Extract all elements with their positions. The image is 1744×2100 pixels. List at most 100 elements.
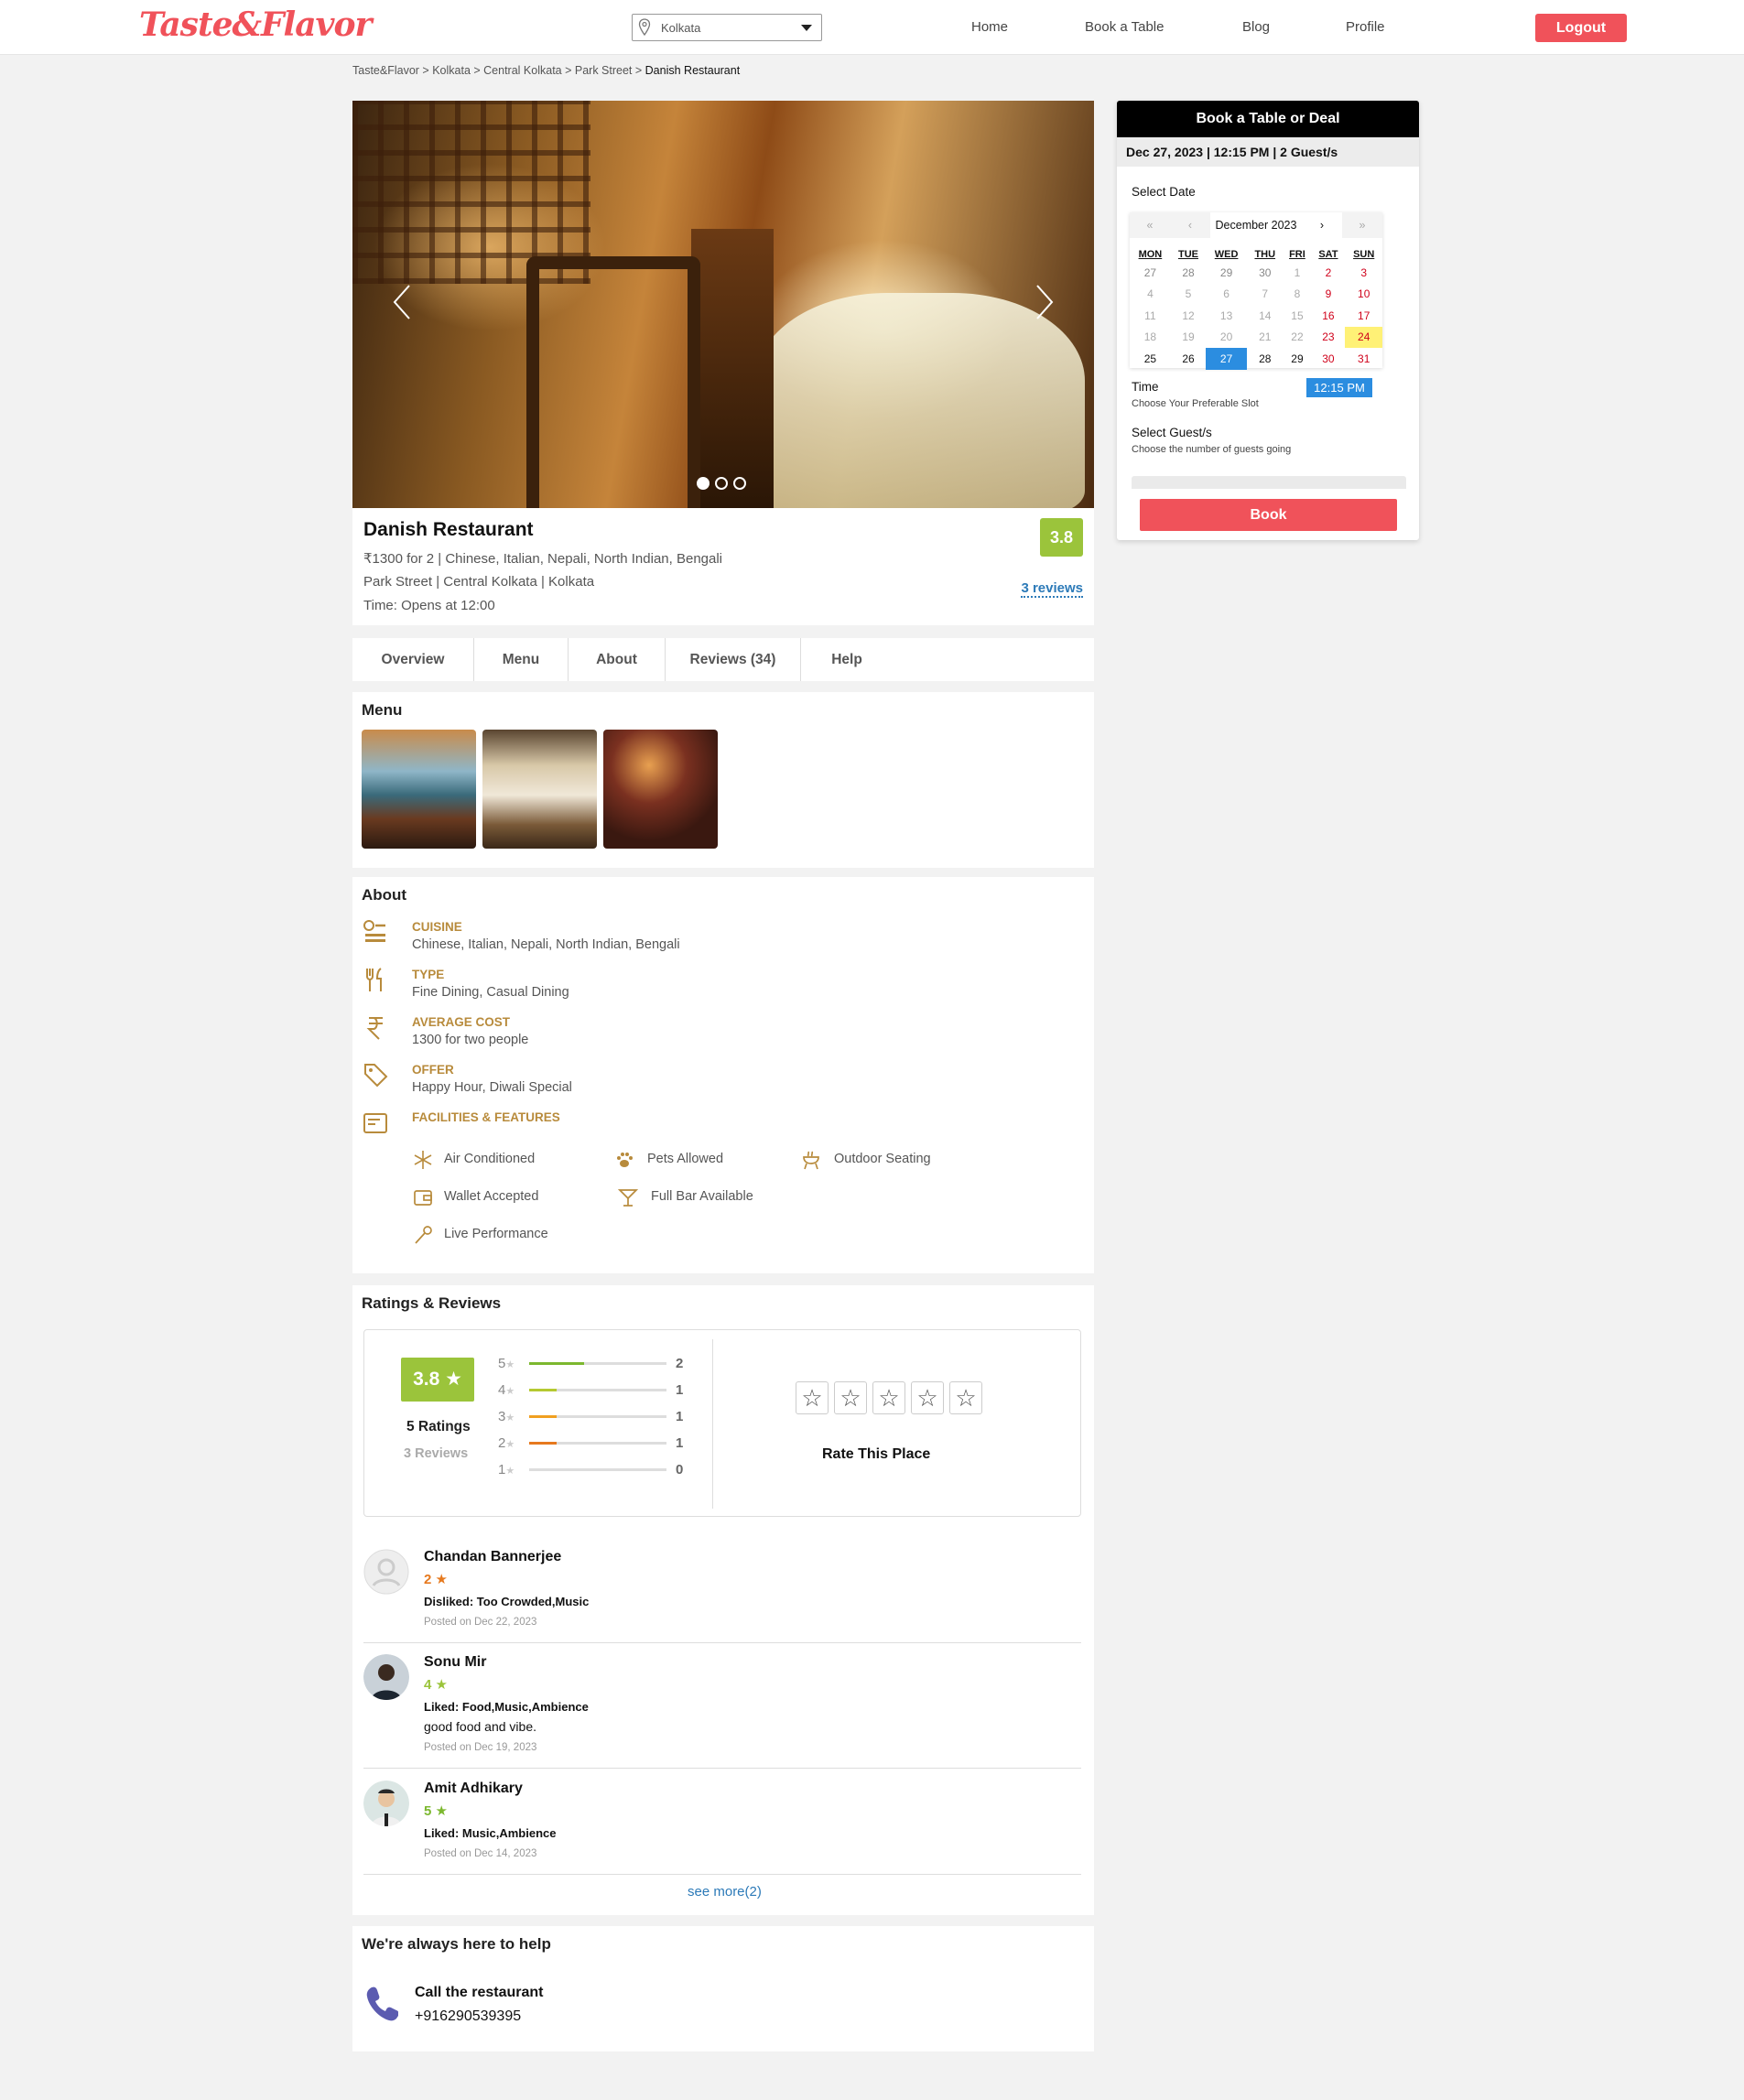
tab-reviews[interactable]: Reviews (34) — [666, 638, 801, 681]
carousel-dot[interactable] — [697, 477, 710, 490]
calendar-day[interactable]: 13 — [1206, 305, 1247, 327]
calendar-day[interactable]: 1 — [1283, 262, 1311, 284]
nav-book-a-table[interactable]: Book a Table — [1085, 19, 1164, 35]
calendar-day[interactable]: 28 — [1247, 348, 1283, 370]
breadcrumb-item[interactable]: Kolkata — [432, 64, 471, 77]
calendar-day[interactable]: 29 — [1206, 262, 1247, 284]
tab-menu[interactable]: Menu — [474, 638, 569, 681]
see-more-link[interactable]: see more(2) — [688, 1884, 762, 1900]
guest-selector[interactable] — [1132, 476, 1406, 489]
type-value: Fine Dining, Casual Dining — [412, 985, 569, 1000]
breadcrumb-item[interactable]: Central Kolkata — [483, 64, 561, 77]
feature-label: Air Conditioned — [444, 1152, 536, 1166]
reviews-link[interactable]: 3 reviews — [1021, 580, 1083, 598]
calendar-day[interactable]: 27 — [1130, 262, 1171, 284]
bar-count: 1 — [676, 1435, 684, 1451]
prev-month-icon[interactable]: ‹ — [1170, 212, 1210, 238]
photo-decor — [691, 229, 774, 508]
menu-image[interactable] — [362, 730, 476, 849]
menu-image[interactable] — [482, 730, 597, 849]
calendar-day[interactable]: 21 — [1247, 327, 1283, 349]
weekday-label: SUN — [1353, 249, 1375, 260]
calendar-day[interactable]: 17 — [1345, 305, 1382, 327]
calendar-day[interactable]: 27 — [1206, 348, 1248, 370]
carousel-prev-icon[interactable] — [391, 284, 413, 320]
nav-home[interactable]: Home — [971, 19, 1008, 35]
location-select[interactable]: Kolkata — [632, 14, 822, 41]
calendar-month[interactable]: December 2023 — [1210, 212, 1302, 238]
calendar-day[interactable]: 20 — [1206, 327, 1247, 349]
restaurant-phone[interactable]: +916290539395 — [415, 2008, 521, 2025]
calendar-day[interactable]: 14 — [1247, 305, 1283, 327]
calendar-day[interactable]: 7 — [1247, 284, 1283, 306]
next-year-icon[interactable]: » — [1342, 212, 1382, 238]
calendar-day[interactable]: 29 — [1283, 348, 1311, 370]
calendar-day[interactable]: 15 — [1283, 305, 1311, 327]
star-outline-icon[interactable]: ☆ — [949, 1381, 982, 1414]
ratings-title: Ratings & Reviews — [362, 1294, 502, 1312]
prev-year-icon[interactable]: « — [1130, 212, 1170, 238]
nav-blog[interactable]: Blog — [1242, 19, 1270, 35]
divider — [363, 1768, 1081, 1769]
star-outline-icon[interactable]: ☆ — [911, 1381, 944, 1414]
feature-label: Outdoor Seating — [834, 1152, 931, 1166]
calendar-day[interactable]: 10 — [1345, 284, 1382, 306]
logout-button[interactable]: Logout — [1535, 14, 1627, 42]
reviews-count: 3 Reviews — [404, 1446, 469, 1461]
avatar — [363, 1654, 409, 1700]
facilities-label: FACILITIES & FEATURES — [412, 1110, 560, 1124]
star-outline-icon[interactable]: ☆ — [796, 1381, 829, 1414]
breadcrumb-item[interactable]: Park Street — [575, 64, 633, 77]
breadcrumb-item[interactable]: Taste&Flavor — [352, 64, 419, 77]
calendar-day[interactable]: 5 — [1171, 284, 1206, 306]
calendar-day[interactable]: 28 — [1171, 262, 1206, 284]
calendar-day[interactable]: 26 — [1171, 348, 1206, 370]
next-month-icon[interactable]: › — [1302, 212, 1342, 238]
calendar-day[interactable]: 31 — [1345, 348, 1382, 370]
nav-profile[interactable]: Profile — [1346, 19, 1385, 35]
restaurant-photo-carousel[interactable] — [352, 101, 1094, 508]
carousel-dot[interactable] — [715, 477, 728, 490]
bar-track — [529, 1415, 666, 1418]
time-label: Time — [1132, 380, 1159, 394]
book-button[interactable]: Book — [1140, 499, 1397, 531]
tab-about[interactable]: About — [569, 638, 666, 681]
tab-help[interactable]: Help — [801, 638, 893, 681]
star-outline-icon[interactable]: ☆ — [872, 1381, 905, 1414]
calendar-day[interactable]: 22 — [1283, 327, 1311, 349]
calendar-day[interactable]: 23 — [1311, 327, 1345, 349]
calendar-day[interactable]: 8 — [1283, 284, 1311, 306]
star-outline-icon[interactable]: ☆ — [834, 1381, 867, 1414]
calendar-day[interactable]: 24 — [1345, 326, 1382, 348]
calendar-day[interactable]: 25 — [1130, 348, 1171, 370]
rate-this-place: Rate This Place — [822, 1446, 931, 1462]
site-logo[interactable]: Taste&Flavor — [139, 5, 372, 44]
calendar-day[interactable]: 19 — [1171, 327, 1206, 349]
carousel-next-icon[interactable] — [1034, 284, 1056, 320]
calendar-day[interactable]: 4 — [1130, 284, 1171, 306]
time-slot[interactable]: 12:15 PM — [1306, 378, 1372, 397]
calendar-day[interactable]: 11 — [1130, 305, 1171, 327]
review-stars: 4 ★ — [424, 1677, 448, 1693]
weekday-label: FRI — [1289, 249, 1305, 260]
calendar-day[interactable]: 3 — [1345, 262, 1382, 284]
avatar — [363, 1549, 409, 1595]
calendar-day[interactable]: 6 — [1206, 284, 1247, 306]
calendar-day[interactable]: 12 — [1171, 305, 1206, 327]
carousel-dot[interactable] — [733, 477, 746, 490]
menu-image[interactable] — [603, 730, 718, 849]
calendar-day[interactable]: 9 — [1311, 284, 1345, 306]
bar-star-label: 5★ — [498, 1356, 515, 1371]
phone-icon[interactable] — [365, 1985, 398, 2021]
time-sublabel: Choose Your Preferable Slot — [1132, 398, 1259, 409]
calendar-day[interactable]: 16 — [1311, 305, 1345, 327]
weekday-label: THU — [1254, 249, 1276, 260]
reviewer-name: Amit Adhikary — [424, 1781, 523, 1796]
tab-overview[interactable]: Overview — [352, 638, 474, 681]
calendar-day[interactable]: 30 — [1311, 348, 1345, 370]
chevron-down-icon — [801, 25, 812, 31]
divider — [712, 1339, 713, 1509]
calendar-day[interactable]: 2 — [1311, 262, 1345, 284]
calendar-day[interactable]: 18 — [1130, 327, 1171, 349]
calendar-day[interactable]: 30 — [1247, 262, 1283, 284]
